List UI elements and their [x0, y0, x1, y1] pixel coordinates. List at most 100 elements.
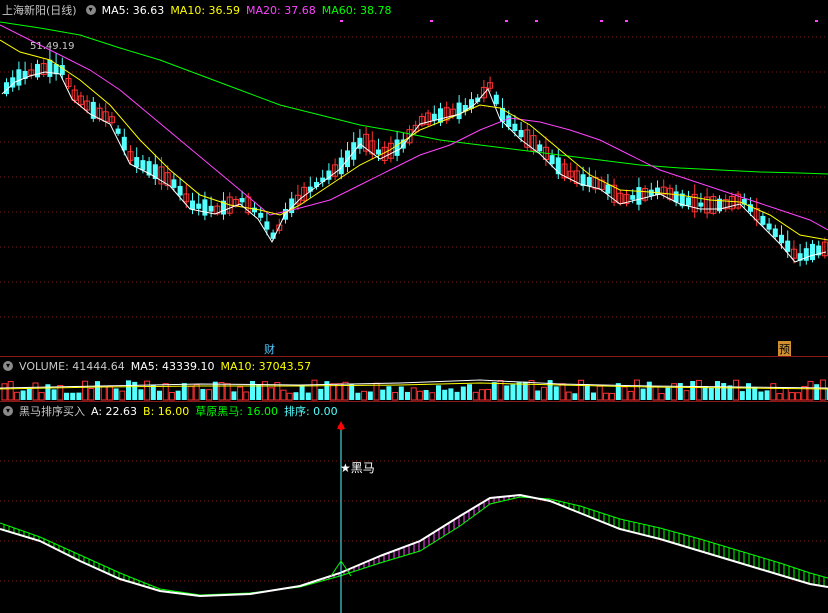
candle-down [760, 215, 766, 225]
ma20-label: MA20: 37.68 [246, 3, 316, 17]
volume-bar-up [807, 380, 814, 401]
volume-bar-up [206, 389, 213, 401]
volume-bar-down [460, 386, 466, 400]
candle-down [376, 149, 381, 155]
chevron-down-icon[interactable]: ▾ [3, 406, 13, 416]
volume-bar-down [95, 381, 100, 400]
indicator-chart[interactable] [0, 401, 828, 613]
volume-bar-down [200, 389, 206, 400]
candle-down [456, 102, 462, 120]
event-dot [600, 20, 603, 22]
volume-bar-down [665, 387, 671, 400]
candle-down [438, 108, 443, 123]
volume-bar-down [349, 384, 355, 400]
candle-down [803, 248, 809, 261]
volume-bar-down [708, 387, 714, 400]
volume-bar-up [609, 392, 616, 401]
volume-bar-up [32, 382, 39, 401]
candle-down [506, 115, 512, 127]
candle-down [171, 179, 177, 188]
volume-bar-down [491, 382, 497, 400]
volume-bar-down [553, 386, 559, 400]
chevron-down-icon[interactable]: ▾ [85, 5, 96, 15]
volume-bar-down [739, 391, 745, 400]
indicator-panel[interactable]: ▾ 黑马排序买入 A: 22.63 B: 16.00 草原黑马: 16.00 排… [0, 401, 828, 613]
volume-bar-up [187, 385, 194, 401]
price-panel[interactable]: 上海新阳(日线) ▾ MA5: 36.63 MA10: 36.59 MA20: … [0, 0, 828, 357]
volume-bar-down [250, 380, 255, 400]
candle-down [239, 198, 245, 203]
volume-bar-down [516, 382, 522, 400]
volume-bar-down [448, 388, 454, 400]
event-dot [815, 20, 818, 22]
volume-bar-up [776, 393, 783, 401]
volume-bar-down [355, 392, 361, 400]
volume-bar-down [150, 384, 156, 400]
candle-down [115, 128, 121, 134]
volume-panel[interactable]: ▾ VOLUME: 41444.64 MA5: 43339.10 MA10: 3… [0, 356, 828, 401]
candlestick-chart[interactable] [0, 0, 828, 356]
volume-bar-down [752, 387, 758, 400]
volume-bar-down [572, 393, 578, 400]
ma5-line [1, 71, 827, 263]
ma5-label: MA5: 36.63 [101, 3, 165, 17]
volume-bar-up [596, 385, 603, 401]
candle-down [518, 129, 524, 138]
volume-bar-down [640, 388, 646, 400]
volume-bar-up [733, 379, 740, 401]
chevron-down-icon[interactable]: ▾ [3, 361, 13, 371]
candle-down [673, 191, 679, 203]
volume-bar-down [467, 384, 472, 400]
ma10-label: MA10: 36.59 [170, 3, 241, 17]
volume-bar-down [758, 391, 764, 400]
candle-down [605, 184, 611, 194]
volume-bar-up [243, 391, 250, 401]
volume-bar-down [646, 381, 652, 400]
volume-bar-up [268, 387, 275, 401]
dark-horse-signal: ★黑马 [340, 461, 375, 475]
volume-bar-up [528, 380, 535, 401]
candle-down [810, 243, 815, 261]
candle-down [766, 223, 772, 230]
candle-down [636, 187, 642, 205]
volume-bar-down [405, 391, 410, 400]
price-header: 上海新阳(日线) ▾ MA5: 36.63 MA10: 36.59 MA20: … [0, 2, 397, 18]
volume-bar-up [336, 383, 343, 401]
candle-down [493, 94, 499, 105]
candle-down [264, 221, 270, 230]
volume-bar-down [442, 389, 448, 400]
forecast-marker[interactable]: 预 [778, 341, 791, 357]
volume-bar-down [591, 392, 596, 400]
volume-bar-up [472, 391, 479, 401]
volume-bar-up [168, 392, 175, 401]
volume-bar-down [380, 389, 386, 400]
financial-report-marker[interactable]: 财 [264, 341, 275, 357]
volume-bar-up [782, 387, 789, 401]
volume-bar-down [305, 392, 311, 400]
candle-down [686, 197, 691, 206]
volume-bar-up [119, 390, 126, 401]
signal-arrow [337, 421, 345, 429]
volume-bar-up [100, 386, 107, 401]
indicator-c: 草原黑马: 16.00 [195, 405, 278, 418]
volume-bar-down [398, 386, 404, 400]
volume-bar-down [367, 391, 373, 400]
volume-bar-up [429, 392, 436, 401]
volume-bar-up [88, 387, 95, 401]
volume-bar-down [436, 385, 441, 400]
volume-bar-up [280, 389, 287, 401]
candle-down [537, 144, 543, 152]
volume-bar-down [175, 390, 181, 400]
volume-bar-up [82, 380, 89, 401]
candle-down [586, 176, 592, 187]
candle-down [512, 123, 518, 132]
indicator-b: B: 16.00 [143, 404, 190, 418]
volume-bar-down [76, 392, 82, 400]
candle-down [190, 200, 195, 210]
event-dot [625, 20, 628, 22]
candle-down [549, 155, 555, 165]
volume-bar-up [633, 379, 640, 401]
volume-bar-down [746, 383, 751, 400]
indicator-a: A: 22.63 [91, 404, 138, 418]
volume-bar-up [565, 391, 572, 401]
